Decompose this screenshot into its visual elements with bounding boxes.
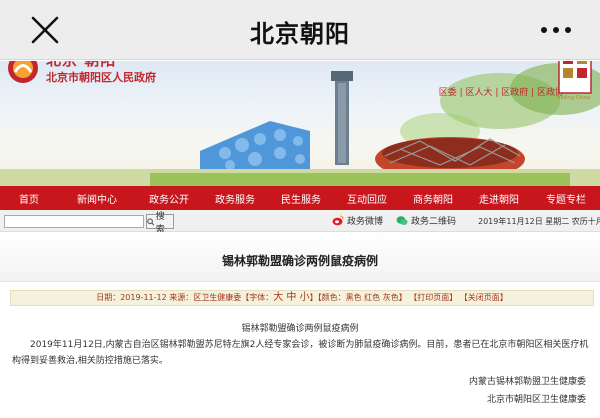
nav-item-gov-service[interactable]: 政务服务 bbox=[202, 191, 268, 206]
banner-top-links[interactable]: 区委 | 区人大 | 区政府 | 区政协 bbox=[439, 85, 564, 98]
article-signature-1: 内蒙古锡林郭勒盟卫生健康委 bbox=[468, 377, 586, 387]
weibo-icon bbox=[332, 215, 344, 226]
city-seal-logo bbox=[558, 61, 592, 94]
font-size-options[interactable]: 大 中 小 bbox=[273, 292, 309, 303]
search-button[interactable]: 搜索 bbox=[146, 212, 174, 235]
article-signature-2: 北京市朝阳区卫生健康委 bbox=[486, 395, 586, 405]
search-icon bbox=[147, 217, 155, 225]
weibo-label: 政务微博 bbox=[347, 217, 384, 227]
site-banner: 区委 | 区人大 | 区政府 | 区政协 北京 朝阳 北京市朝阳区人民政府 Be… bbox=[0, 61, 600, 186]
close-page-link[interactable]: 【关闭页面】 bbox=[460, 293, 508, 302]
utility-bar: 搜索 政务微博 政务二维码 2019年11月12日 星期二 农历十月十六 bbox=[0, 210, 600, 235]
nav-item-business[interactable]: 商务朝阳 bbox=[400, 191, 466, 206]
article-body: 2019年11月12日,内蒙古自治区锡林郭勒盟苏尼特左旗2人经专家会诊，被诊断为… bbox=[12, 340, 589, 366]
article-meta-bar: 日期：2019-11-12 来源：区卫生健康委【字体：大 中 小】【颜色：黑色 … bbox=[10, 290, 594, 306]
wechat-qr-link[interactable]: 政务二维码 bbox=[396, 214, 456, 227]
article-date: 日期：2019-11-12 bbox=[96, 293, 167, 302]
wechat-icon bbox=[396, 216, 408, 225]
nav-item-livelihood[interactable]: 民生服务 bbox=[268, 191, 334, 206]
print-page-link[interactable]: 【打印页面】 bbox=[409, 293, 457, 302]
article-subtitle: 锡林郭勒盟确诊两例鼠疫病例 bbox=[241, 324, 359, 334]
headline-box: 锡林郭勒盟确诊两例鼠疫病例 bbox=[0, 232, 600, 282]
nav-item-home[interactable]: 首页 bbox=[0, 191, 58, 206]
nav-item-news[interactable]: 新闻中心 bbox=[58, 191, 136, 206]
font-size-label: 【字体： bbox=[241, 293, 274, 302]
nav-item-about[interactable]: 走进朝阳 bbox=[466, 191, 532, 206]
wechat-qr-label: 政务二维码 bbox=[411, 217, 457, 227]
search-input[interactable] bbox=[4, 215, 144, 228]
font-size-close: 】 bbox=[309, 293, 318, 302]
color-options[interactable]: 【颜色：黑色 红色 灰色】 bbox=[318, 293, 407, 302]
article-headline: 锡林郭勒盟确诊两例鼠疫病例 bbox=[221, 254, 378, 268]
page-title: 北京朝阳 bbox=[250, 20, 350, 48]
main-nav: 首页 新闻中心 政务公开 政务服务 民生服务 互动回应 商务朝阳 走进朝阳 专题… bbox=[0, 186, 600, 210]
nav-item-gov-info[interactable]: 政务公开 bbox=[136, 191, 202, 206]
logo-icon bbox=[8, 61, 38, 83]
article-source: 来源：区卫生健康委 bbox=[169, 293, 242, 302]
more-options-icon[interactable] bbox=[538, 18, 574, 42]
current-date: 2019年11月12日 星期二 农历十月十六 bbox=[478, 217, 600, 226]
logo-subtitle: 北京市朝阳区人民政府 bbox=[46, 71, 156, 84]
nav-item-topics[interactable]: 专题专栏 bbox=[532, 191, 600, 206]
nav-item-interaction[interactable]: 互动回应 bbox=[334, 191, 400, 206]
search-button-label: 搜索 bbox=[155, 211, 165, 235]
app-bar: 北京朝阳 bbox=[0, 0, 600, 60]
seal-caption: Beijing·China bbox=[557, 95, 590, 101]
weibo-link[interactable]: 政务微博 bbox=[332, 214, 383, 227]
